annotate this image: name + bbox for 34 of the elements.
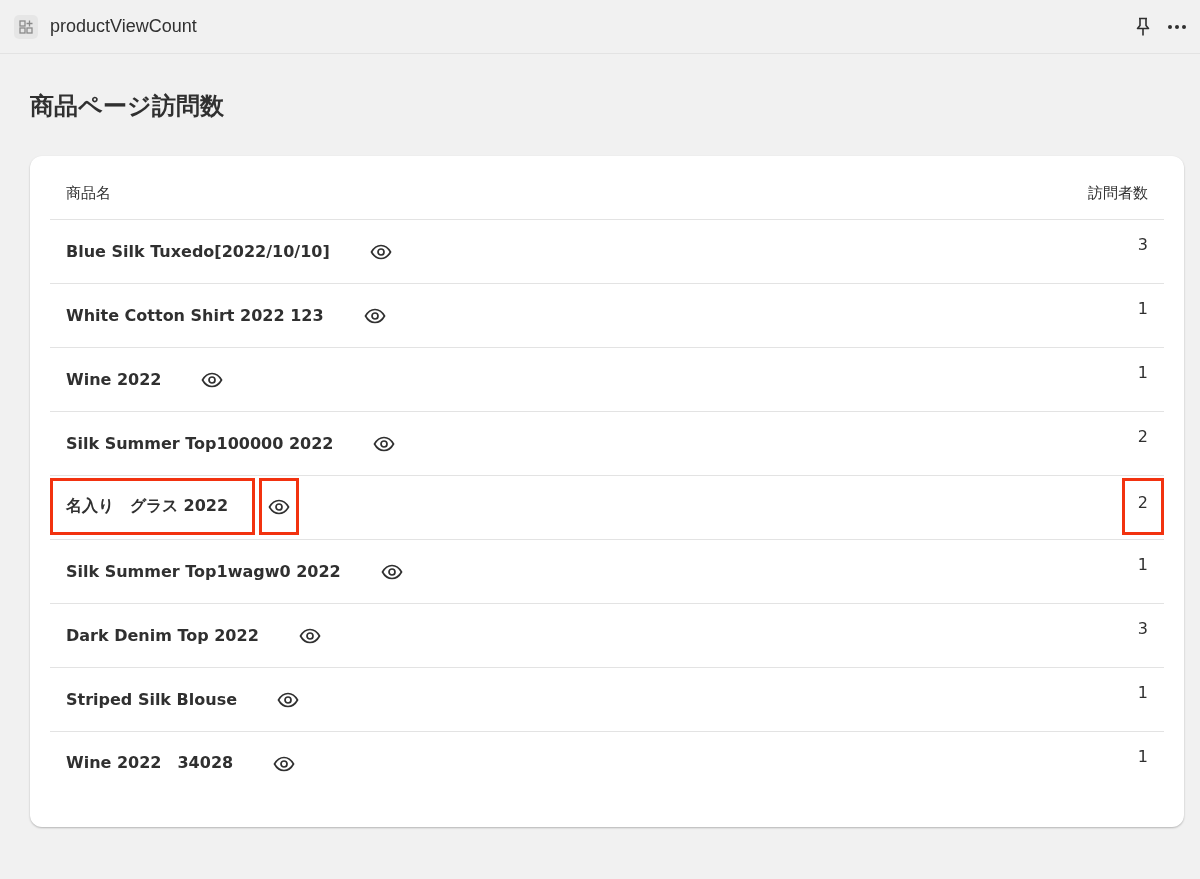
product-name: Silk Summer Top100000 2022 bbox=[66, 434, 334, 453]
visitor-count: 3 bbox=[1137, 235, 1148, 254]
visitor-count: 3 bbox=[1137, 619, 1148, 638]
page-title: 商品ページ訪問数 bbox=[30, 91, 225, 122]
product-name: Wine 2022 34028 bbox=[66, 753, 234, 774]
eye-icon[interactable] bbox=[268, 498, 291, 515]
app-grid-icon bbox=[14, 14, 38, 39]
column-header: 訪問者数 bbox=[1088, 184, 1148, 203]
product-name: 名入り グラス 2022 bbox=[66, 496, 229, 517]
eye-icon[interactable] bbox=[380, 563, 403, 580]
visitor-count: 2 bbox=[1137, 427, 1148, 446]
product-name: White Cotton Shirt 2022 123 bbox=[66, 306, 324, 325]
visitor-count: 1 bbox=[1137, 747, 1148, 766]
product-name: Blue Silk Tuxedo[2022/10/10] bbox=[66, 242, 330, 261]
eye-icon[interactable] bbox=[363, 307, 386, 324]
eye-icon[interactable] bbox=[273, 755, 296, 772]
eye-icon[interactable] bbox=[277, 691, 299, 708]
eye-icon[interactable] bbox=[373, 435, 396, 452]
product-name: Wine 2022 bbox=[66, 370, 162, 389]
more-icon[interactable] bbox=[1167, 23, 1187, 30]
visitor-count: 1 bbox=[1137, 299, 1148, 318]
eye-icon[interactable] bbox=[298, 627, 321, 644]
pin-icon[interactable] bbox=[1135, 16, 1151, 37]
product-name: Striped Silk Blouse bbox=[66, 690, 237, 709]
visitor-count: 1 bbox=[1137, 555, 1148, 574]
eye-icon[interactable] bbox=[369, 243, 392, 260]
eye-icon[interactable] bbox=[201, 371, 224, 388]
visitor-count: 1 bbox=[1137, 683, 1148, 702]
app-title: productViewCount bbox=[50, 16, 197, 37]
column-header: 商品名 bbox=[66, 184, 111, 203]
product-name: Dark Denim Top 2022 bbox=[66, 626, 259, 645]
visitor-count: 2 bbox=[1137, 493, 1148, 512]
product-name: Silk Summer Top1wagw0 2022 bbox=[66, 562, 341, 581]
visitor-count: 1 bbox=[1137, 363, 1148, 382]
